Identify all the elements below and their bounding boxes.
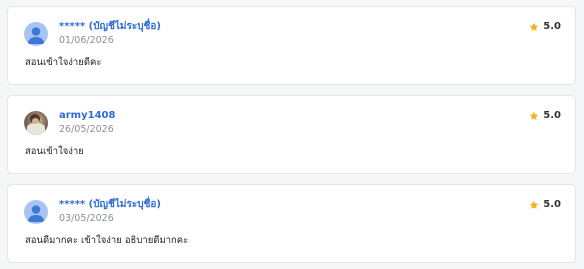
- review-date: 01/06/2026: [59, 35, 114, 46]
- default-user-icon: [27, 27, 45, 44]
- reviewer-name: army1408: [59, 110, 116, 121]
- reviewer-name: ***** (บัญชีไม่ระบุชื่อ): [59, 21, 161, 32]
- avatar: [24, 111, 48, 135]
- review-date: 03/05/2026: [59, 213, 114, 224]
- reviewer-name: ***** (บัญชีไม่ระบุชื่อ): [59, 199, 161, 210]
- review-card: army1408 26/05/2026 5.0 สอนเข้าใจง่าย: [7, 95, 576, 174]
- review-comment: สอนเข้าใจง่าย: [25, 146, 84, 157]
- review-card: ***** (บัญชีไม่ระบุชื่อ) 01/06/2026 5.0 …: [7, 6, 576, 85]
- rating-value: 5.0: [543, 110, 561, 121]
- rating: 5.0: [529, 21, 561, 33]
- review-date: 26/05/2026: [59, 124, 114, 135]
- star-icon: [529, 200, 539, 209]
- star-icon: [529, 22, 539, 31]
- avatar: [24, 22, 48, 46]
- rating: 5.0: [529, 110, 561, 122]
- avatar: [24, 200, 48, 224]
- review-comment: สอนดีมากคะ เข้าใจง่าย อธิบายดีมากคะ: [25, 235, 189, 246]
- star-icon: [529, 111, 539, 120]
- rating-value: 5.0: [543, 199, 561, 210]
- review-card: ***** (บัญชีไม่ระบุชื่อ) 03/05/2026 5.0 …: [7, 184, 576, 263]
- rating: 5.0: [529, 199, 561, 211]
- default-user-icon: [27, 205, 45, 222]
- review-list: ***** (บัญชีไม่ระบุชื่อ) 01/06/2026 5.0 …: [0, 0, 584, 269]
- review-comment: สอนเข้าใจง่ายดีคะ: [25, 57, 102, 68]
- rating-value: 5.0: [543, 21, 561, 32]
